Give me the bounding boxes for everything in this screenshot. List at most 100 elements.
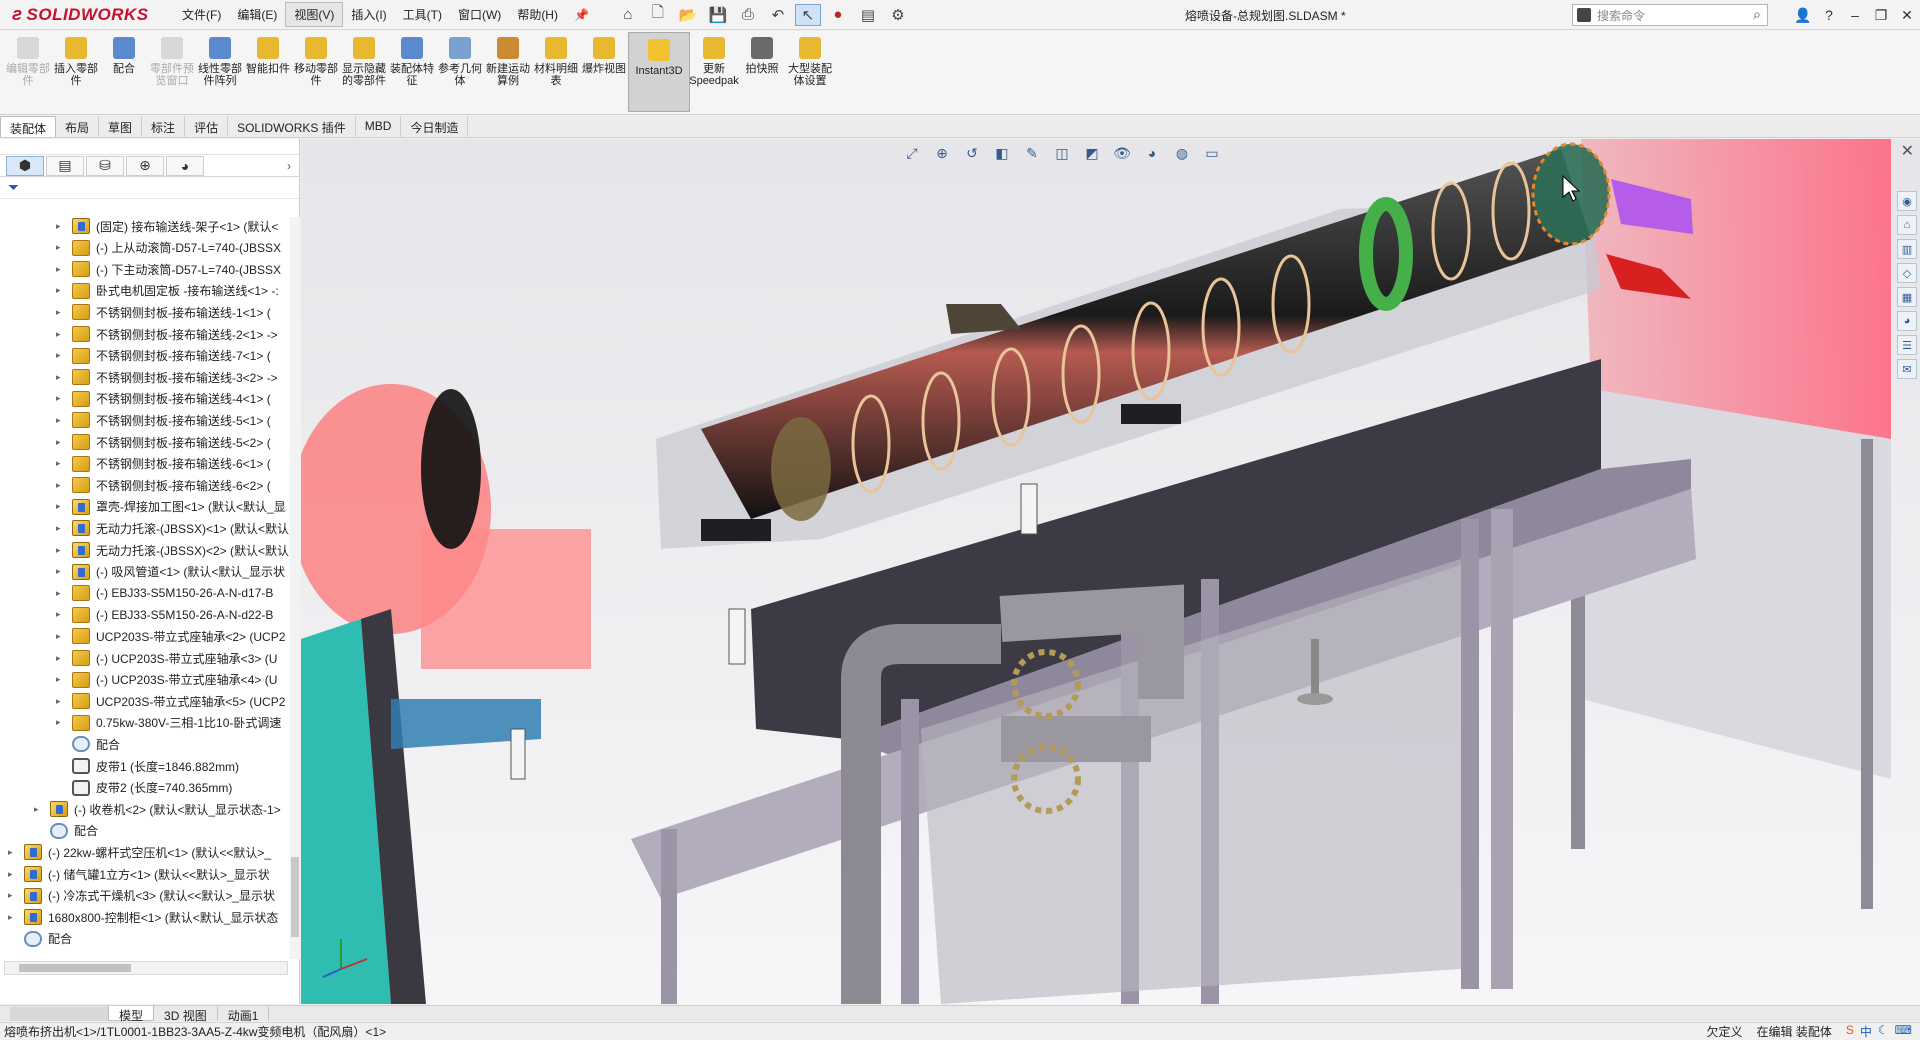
expand-arrow-icon[interactable]: ▸ xyxy=(56,221,66,232)
tree-node[interactable]: ▸ (-) UCP203S-带立式座轴承<4> (U xyxy=(56,669,277,691)
graphics-viewport[interactable]: ⤢ ⊕ ↺ ◧ ✎ ◫ ◩ 👁 ◕ ◍ ▭ ✕ ◉ ⌂ ▥ ◇ ▦ ◕ ☰ ✉ xyxy=(301,139,1920,1004)
search-icon[interactable]: ⌕ xyxy=(1753,6,1761,23)
expand-arrow-icon[interactable]: ▸ xyxy=(56,242,66,253)
expand-arrow-icon[interactable]: ▸ xyxy=(56,631,66,642)
close-icon[interactable]: ✕ xyxy=(1894,7,1920,24)
tab-model[interactable]: 模型 xyxy=(108,1006,155,1023)
zoom-to-fit-icon[interactable]: ⤢ xyxy=(901,143,923,163)
solidworks-logo[interactable]: ƨ SOLIDWORKS xyxy=(0,0,160,30)
expand-arrow-icon[interactable]: ▸ xyxy=(56,415,66,426)
expand-arrow-icon[interactable]: ▸ xyxy=(56,307,66,318)
menu-file[interactable]: 文件(F) xyxy=(174,3,229,26)
restore-icon[interactable]: ❐ xyxy=(1868,7,1894,24)
ime-toolbar[interactable]: S 中 ☾ ⌨ xyxy=(1846,1023,1912,1040)
section-view-icon[interactable]: ◧ xyxy=(991,143,1013,163)
expand-arrow-icon[interactable]: ▸ xyxy=(56,674,66,685)
hide-show-items-icon[interactable]: 👁 xyxy=(1111,143,1133,163)
ribbon-button-2[interactable]: 配合 xyxy=(100,31,148,113)
ribbon-button-11[interactable]: 材料明细表 xyxy=(532,31,580,113)
view-orientation-icon[interactable]: ◫ xyxy=(1051,143,1073,163)
tree-node[interactable]: ▸ UCP203S-带立式座轴承<5> (UCP2 xyxy=(56,690,285,712)
expand-arrow-icon[interactable]: ▸ xyxy=(56,523,66,534)
expand-arrow-icon[interactable]: ▸ xyxy=(56,588,66,599)
previous-view-icon[interactable]: ↺ xyxy=(961,143,983,163)
appearances-icon[interactable]: ▦ xyxy=(1897,287,1917,307)
apply-scene-icon[interactable]: ◍ xyxy=(1171,143,1193,163)
undo-icon[interactable]: ↶ xyxy=(765,4,791,26)
expand-arrow-icon[interactable]: ▸ xyxy=(56,264,66,275)
options-gear-icon[interactable]: ⚙ xyxy=(885,4,911,26)
dynamic-annotation-icon[interactable]: ✎ xyxy=(1021,143,1043,163)
search-commands-input[interactable]: 搜索命令 ⌕ xyxy=(1572,4,1768,26)
moon-icon[interactable]: ☾ xyxy=(1878,1023,1889,1040)
menu-view[interactable]: 视图(V) xyxy=(285,2,344,27)
dimxpert-icon[interactable]: ⊕ xyxy=(126,155,164,176)
rebuild-icon[interactable]: ● xyxy=(825,4,851,26)
tree-node[interactable]: ▸ (-) 收卷机<2> (默认<默认_显示状态-1> xyxy=(34,798,281,820)
tree-node[interactable]: ▸ (-) EBJ33-S5M150-26-A-N-d17-B xyxy=(56,582,273,604)
ribbon-button-12[interactable]: 爆炸视图 xyxy=(580,31,628,113)
tree-vertical-scrollbar[interactable] xyxy=(290,217,300,959)
ribbon-button-15[interactable]: 拍快照 xyxy=(738,31,786,113)
menu-help[interactable]: 帮助(H) xyxy=(509,3,566,26)
viewport-close-icon[interactable]: ✕ xyxy=(1901,141,1914,161)
tree-node[interactable]: 配合 xyxy=(8,928,72,950)
menu-edit[interactable]: 编辑(E) xyxy=(229,3,285,26)
command-tab-4[interactable]: 评估 xyxy=(185,116,229,137)
expand-arrow-icon[interactable]: ▸ xyxy=(8,912,18,923)
ime-mode[interactable]: 中 xyxy=(1860,1023,1872,1040)
filter-icon[interactable]: ⏷ xyxy=(0,177,299,199)
ribbon-button-9[interactable]: 参考几何体 xyxy=(436,31,484,113)
command-tab-3[interactable]: 标注 xyxy=(142,116,186,137)
expand-arrow-icon[interactable]: ▸ xyxy=(8,847,18,858)
tree-node[interactable]: ▸ 不锈钢侧封板-接布输送线-4<1> ( xyxy=(56,388,271,410)
menu-tools[interactable]: 工具(T) xyxy=(395,3,450,26)
tree-node[interactable]: ▸ (-) EBJ33-S5M150-26-A-N-d22-B xyxy=(56,604,273,626)
expand-arrow-icon[interactable]: ▸ xyxy=(56,609,66,620)
tree-node[interactable]: ▸ 不锈钢侧封板-接布输送线-6<1> ( xyxy=(56,453,271,475)
expand-arrow-icon[interactable]: ▸ xyxy=(56,350,66,361)
solidworks-resources-icon[interactable]: ◉ xyxy=(1897,191,1917,211)
feature-tree-icon[interactable]: ⬢ xyxy=(6,155,44,176)
edit-appearance-icon[interactable]: ◕ xyxy=(1141,143,1163,163)
tab-animation1[interactable]: 动画1 xyxy=(218,1006,270,1023)
command-tab-1[interactable]: 布局 xyxy=(56,116,100,137)
tree-node[interactable]: ▸ (-) 储气罐1立方<1> (默认<<默认>_显示状 xyxy=(8,863,270,885)
tree-node[interactable]: 配合 xyxy=(34,820,98,842)
display-style-icon[interactable]: ◩ xyxy=(1081,143,1103,163)
ribbon-button-4[interactable]: 线性零部件阵列 xyxy=(196,31,244,113)
select-pointer-icon[interactable]: ↖ xyxy=(794,3,821,26)
ribbon-button-6[interactable]: 移动零部件 xyxy=(292,31,340,113)
expand-arrow-icon[interactable]: ▸ xyxy=(8,869,18,880)
expand-arrow-icon[interactable]: ▸ xyxy=(56,458,66,469)
tree-node[interactable]: ▸ (-) 下主动滚筒-D57-L=740-(JBSSX xyxy=(56,258,281,280)
appearance-scenes-icon[interactable]: ◕ xyxy=(1897,311,1917,331)
ribbon-button-3[interactable]: 零部件预览窗口 xyxy=(148,31,196,113)
ribbon-button-16[interactable]: 大型装配体设置 xyxy=(786,31,834,113)
panel-grip[interactable] xyxy=(0,139,299,155)
tree-node[interactable]: ▸ (-) UCP203S-带立式座轴承<3> (U xyxy=(56,647,277,669)
tree-node[interactable]: ▸ 1680x800-控制柜<1> (默认<默认_显示状态 xyxy=(8,906,278,928)
tree-node[interactable]: ▸ (固定) 接布输送线-架子<1> (默认< xyxy=(56,215,278,237)
view-palette-icon[interactable]: ◇ xyxy=(1897,263,1917,283)
home-icon[interactable]: ⌂ xyxy=(615,4,641,26)
expand-arrow-icon[interactable]: ▸ xyxy=(56,566,66,577)
tree-horizontal-scrollbar[interactable] xyxy=(4,961,288,975)
new-document-icon[interactable]: 🗋 xyxy=(645,4,671,26)
ribbon-button-8[interactable]: 装配体特征 xyxy=(388,31,436,113)
command-tab-2[interactable]: 草图 xyxy=(99,116,143,137)
open-folder-icon[interactable]: 📂 xyxy=(675,4,701,26)
tree-node[interactable]: ▸ 不锈钢侧封板-接布输送线-6<2> ( xyxy=(56,474,271,496)
user-icon[interactable]: 👤 xyxy=(1790,7,1816,24)
expand-arrow-icon[interactable]: ▸ xyxy=(34,804,44,815)
tree-node[interactable]: ▸ 不锈钢侧封板-接布输送线-7<1> ( xyxy=(56,345,271,367)
command-tab-0[interactable]: 装配体 xyxy=(0,116,57,137)
expand-arrow-icon[interactable]: ▸ xyxy=(56,480,66,491)
menu-insert[interactable]: 插入(I) xyxy=(343,3,394,26)
tree-node[interactable]: 皮带1 (长度=1846.882mm) xyxy=(56,755,239,777)
tree-node[interactable]: ▸ 不锈钢侧封板-接布输送线-5<1> ( xyxy=(56,409,271,431)
expand-arrow-icon[interactable]: ▸ xyxy=(56,372,66,383)
tree-node[interactable]: ▸ 卧式电机固定板 -接布输送线<1> -: xyxy=(56,280,279,302)
expand-arrow-icon[interactable]: ▸ xyxy=(56,717,66,728)
keyboard-icon[interactable]: ⌨ xyxy=(1895,1023,1912,1040)
